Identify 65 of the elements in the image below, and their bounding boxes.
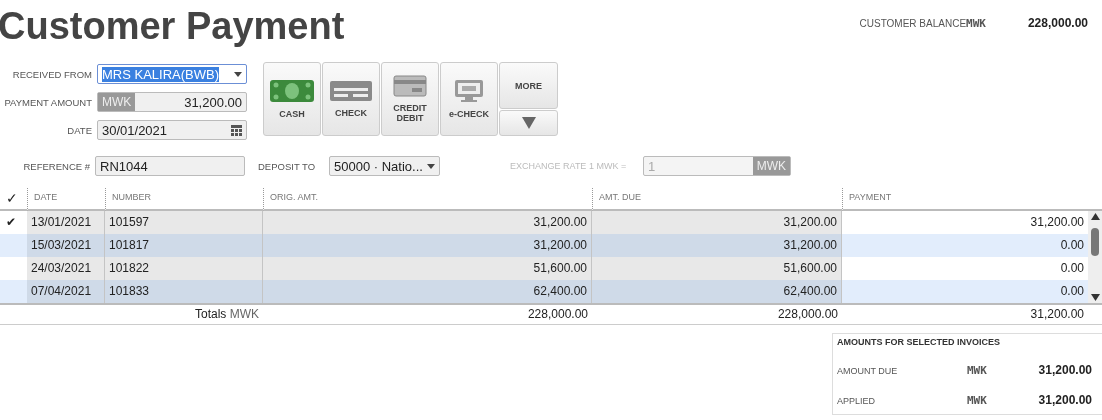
banknote-icon [269,79,315,103]
payment-cell[interactable]: 0.00 [842,234,1088,257]
field-label: RECEIVED FROM [11,68,92,80]
credit-card-icon [393,75,427,97]
table-cell: 15/03/2021 [27,234,105,257]
total-amount: 228,000.00 [777,307,838,321]
calendar-icon [231,124,242,136]
customer-balance-label: CUSTOMER BALANCE [859,18,967,29]
currency-code: MWK [967,364,987,377]
customer-balance-amount: 228,000.00 [1027,16,1088,30]
summary-title: AMOUNTS FOR SELECTED INVOICES [837,337,1001,347]
table-cell: 13/01/2021 [27,211,105,234]
scrollbar-thumb[interactable] [1091,228,1099,256]
dropdown-arrow-icon [234,71,242,77]
dropdown-arrow-icon [427,163,436,169]
triangle-down-icon [521,117,536,129]
summary-label: AMOUNT DUE [837,366,899,376]
payment-amount-field[interactable]: MWK 31,200.00 [97,92,247,112]
currency-code: MWK [229,307,259,321]
date-field[interactable]: 30/01/2021 [97,120,247,140]
table-cell: 31,200.00 [263,234,592,257]
table-cell: 51,600.00 [592,257,842,280]
summary-label: APPLIED [837,396,877,406]
field-label: PAYMENT AMOUNT [3,96,92,108]
more-button[interactable]: MORE [499,62,558,109]
total-amount: 228,000.00 [527,307,588,321]
table-cell: 101822 [105,257,263,280]
table-cell: 62,400.00 [263,280,592,303]
table-cell: 24/03/2021 [27,257,105,280]
check-cell[interactable] [0,234,27,257]
currency-code: MWK [966,17,986,30]
field-label: DATE [66,124,92,136]
table-cell: 31,200.00 [592,234,842,257]
reference-field[interactable]: RN1044 [95,156,245,176]
scroll-down-icon[interactable] [1090,294,1100,301]
monitor-icon [454,79,484,103]
table-cell: 31,200.00 [263,211,592,234]
field-label: DEPOSIT TO [258,160,316,172]
summary-amount: 31,200.00 [1038,363,1092,377]
payment-method-button[interactable]: CREDIT DEBIT [381,62,439,136]
payment-method-button[interactable]: CASH [263,62,321,136]
payment-method-button[interactable]: e-CHECK [440,62,498,136]
table-cell: 62,400.00 [592,280,842,303]
table-cell: 31,200.00 [592,211,842,234]
table-cell: 51,600.00 [263,257,592,280]
page-title: Customer Payment [0,6,345,46]
total-amount: 31,200.00 [1030,307,1084,321]
customer-dropdown[interactable]: MRS KALIRA(BWB) [97,64,247,84]
table-cell: 101833 [105,280,263,303]
scrollbar[interactable] [1088,211,1102,303]
scroll-up-icon[interactable] [1090,213,1100,220]
currency-code: MWK [967,394,987,407]
totals-label: Totals [194,307,227,321]
summary-amount: 31,200.00 [1038,393,1092,407]
payment-cell[interactable]: 0.00 [842,280,1088,303]
table-cell: 101597 [105,211,263,234]
table-cell: 07/04/2021 [27,280,105,303]
payment-method-button[interactable]: CHECK [322,62,380,136]
check-cell[interactable] [0,280,27,303]
table-cell: 101817 [105,234,263,257]
expand-button[interactable] [499,110,558,136]
field-label: REFERENCE # [23,160,90,172]
cheque-icon [329,80,373,102]
exchange-rate-label: EXCHANGE RATE 1 MWK = [510,161,628,171]
deposit-account-dropdown[interactable]: 50000 · Natio... [329,156,441,176]
